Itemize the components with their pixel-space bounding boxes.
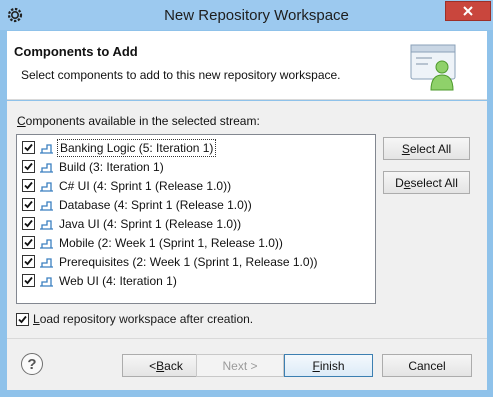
checkmark-icon bbox=[24, 276, 33, 285]
help-icon[interactable]: ? bbox=[21, 353, 43, 375]
wizard-banner: Components to Add Select components to a… bbox=[7, 31, 487, 100]
list-item[interactable]: Java UI (4: Sprint 1 (Release 1.0)) bbox=[22, 214, 243, 233]
dialog-window: New Repository Workspace Components to A… bbox=[0, 0, 493, 397]
component-icon bbox=[40, 200, 53, 211]
component-checkbox[interactable] bbox=[22, 198, 35, 211]
component-checkbox[interactable] bbox=[22, 236, 35, 249]
component-icon bbox=[40, 143, 53, 154]
component-icon bbox=[40, 276, 53, 287]
list-item[interactable]: Build (3: Iteration 1) bbox=[22, 157, 166, 176]
component-checkbox[interactable] bbox=[22, 179, 35, 192]
title-bar: New Repository Workspace bbox=[0, 0, 493, 30]
workspace-user-icon bbox=[410, 44, 456, 91]
deselect-all-button[interactable]: De select All bbox=[383, 171, 470, 194]
component-label: Build (3: Iteration 1) bbox=[59, 159, 164, 174]
component-checkbox[interactable] bbox=[22, 255, 35, 268]
component-label: Mobile (2: Week 1 (Sprint 1, Release 1.0… bbox=[59, 235, 283, 250]
component-checkbox[interactable] bbox=[22, 141, 35, 154]
list-item[interactable]: Banking Logic (5: Iteration 1) bbox=[22, 138, 217, 157]
close-button[interactable] bbox=[445, 1, 491, 21]
checkmark-icon bbox=[24, 219, 33, 228]
window-title: New Repository Workspace bbox=[164, 7, 349, 24]
list-item[interactable]: Mobile (2: Week 1 (Sprint 1, Release 1.0… bbox=[22, 233, 285, 252]
component-label: C# UI (4: Sprint 1 (Release 1.0)) bbox=[59, 178, 232, 193]
component-label: Java UI (4: Sprint 1 (Release 1.0)) bbox=[59, 216, 242, 231]
next-button[interactable]: Next > bbox=[196, 354, 284, 377]
list-item[interactable]: Database (4: Sprint 1 (Release 1.0)) bbox=[22, 195, 254, 214]
cancel-button[interactable]: Cancel bbox=[382, 354, 472, 377]
component-icon bbox=[40, 162, 53, 173]
component-label: Web UI (4: Iteration 1) bbox=[59, 273, 177, 288]
component-label: Banking Logic (5: Iteration 1) bbox=[57, 138, 217, 157]
component-label: Database (4: Sprint 1 (Release 1.0)) bbox=[59, 197, 252, 212]
list-item[interactable]: Web UI (4: Iteration 1) bbox=[22, 271, 179, 290]
checkmark-icon bbox=[24, 200, 33, 209]
close-icon bbox=[463, 6, 473, 16]
component-label: Prerequisites (2: Week 1 (Sprint 1, Rele… bbox=[59, 254, 318, 269]
list-item[interactable]: Prerequisites (2: Week 1 (Sprint 1, Rele… bbox=[22, 252, 320, 271]
checkmark-icon bbox=[24, 143, 33, 152]
component-icon bbox=[40, 181, 53, 192]
components-list[interactable]: Banking Logic (5: Iteration 1) Build (3:… bbox=[16, 134, 376, 304]
checkmark-icon bbox=[24, 162, 33, 171]
checkmark-icon bbox=[24, 181, 33, 190]
load-workspace-checkbox[interactable] bbox=[16, 312, 29, 326]
finish-button[interactable]: Finish bbox=[284, 354, 373, 377]
select-all-button[interactable]: Select All bbox=[383, 137, 470, 160]
wizard-content: Components available in the selected str… bbox=[7, 101, 487, 390]
load-workspace-label: Load repository workspace after creation… bbox=[33, 312, 254, 326]
banner-title: Components to Add bbox=[14, 44, 138, 59]
component-checkbox[interactable] bbox=[22, 274, 35, 287]
components-list-label: Components available in the selected str… bbox=[17, 114, 260, 128]
checkmark-icon bbox=[24, 257, 33, 266]
banner-description: Select components to add to this new rep… bbox=[21, 68, 341, 82]
checkmark-icon bbox=[18, 315, 27, 323]
component-checkbox[interactable] bbox=[22, 217, 35, 230]
component-checkbox[interactable] bbox=[22, 160, 35, 173]
component-icon bbox=[40, 238, 53, 249]
load-workspace-option[interactable]: Load repository workspace after creation… bbox=[16, 312, 253, 326]
component-icon bbox=[40, 219, 53, 230]
component-icon bbox=[40, 257, 53, 268]
list-item[interactable]: C# UI (4: Sprint 1 (Release 1.0)) bbox=[22, 176, 233, 195]
checkmark-icon bbox=[24, 238, 33, 247]
button-bar-divider bbox=[7, 338, 487, 339]
